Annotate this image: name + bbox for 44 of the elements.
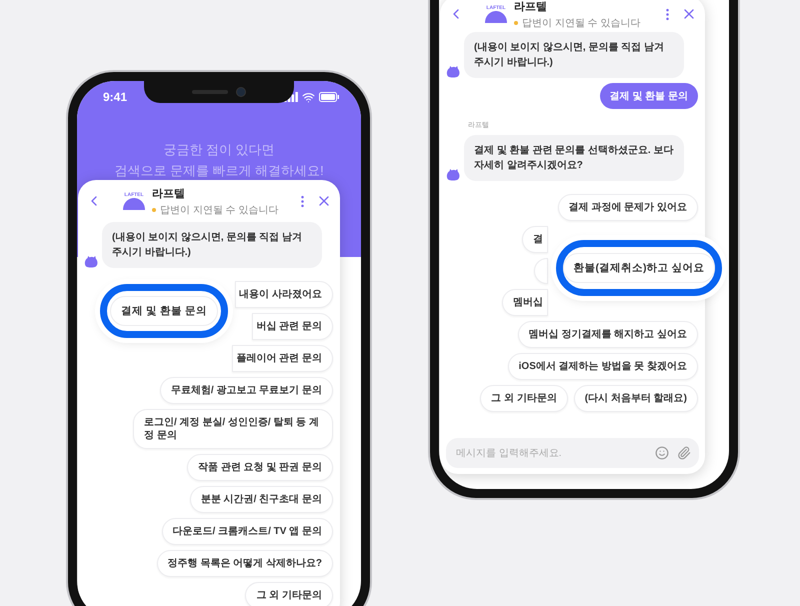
- attach-icon[interactable]: [677, 446, 691, 460]
- banner-text: 궁금한 점이 있다면: [163, 141, 275, 159]
- user-message: 결제 및 환불 문의: [600, 83, 698, 109]
- bot-avatar-icon: [446, 66, 460, 78]
- status-dot: [514, 20, 518, 24]
- option-button[interactable]: 정주행 목록은 어떻게 삭제하나요?: [156, 550, 333, 577]
- bot-message: (내용이 보이지 않으시면, 문의를 직접 남겨 주시기 바랍니다.): [464, 32, 684, 78]
- bot-message: (내용이 보이지 않으시면, 문의를 직접 남겨 주시기 바랍니다.): [102, 222, 322, 268]
- battery-icon: [319, 92, 339, 102]
- message-field[interactable]: 메시지를 입력해주세요.: [446, 438, 699, 468]
- option-button[interactable]: 멤버십: [502, 289, 548, 316]
- emoji-icon[interactable]: [655, 446, 669, 460]
- status-text: 답변이 지연될 수 있습니다: [160, 204, 278, 216]
- banner-text: 검색으로 문제를 빠르게 해결하세요!: [114, 162, 324, 180]
- option-button[interactable]: 내용이 사라졌어요: [235, 281, 333, 308]
- option-button[interactable]: 다운로드/ 크롬캐스트/ TV 앱 문의: [162, 518, 333, 545]
- option-button[interactable]: 작품 관련 요청 및 판권 문의: [187, 454, 333, 481]
- option-button[interactable]: 버십 관련 문의: [252, 313, 333, 340]
- clock: 9:41: [103, 90, 128, 104]
- wifi-icon: [302, 90, 315, 104]
- message-input[interactable]: 메시지를 입력해주세요.: [454, 446, 647, 460]
- option-button[interactable]: 환불(결제취소)하고 싶어요: [562, 253, 716, 283]
- status-text: 답변이 지연될 수 있습니다: [522, 16, 640, 30]
- logo-icon: [484, 10, 508, 24]
- status-dot: [152, 208, 156, 212]
- option-button[interactable]: 그 외 기타문의: [245, 582, 333, 606]
- chat-title: 라프텔: [152, 186, 186, 200]
- bot-avatar-icon: [84, 256, 98, 268]
- bot-message: 결제 및 환불 관련 문의를 선택하셨군요. 보다 자세히 알려주시겠어요?: [464, 135, 684, 181]
- option-button[interactable]: 결제 과정에 문제가 있어요: [558, 194, 698, 221]
- logo-icon: [122, 198, 146, 210]
- option-button[interactable]: 분분 시간권/ 친구초대 문의: [190, 486, 333, 513]
- option-button[interactable]: 플레이어 관련 문의: [232, 345, 333, 372]
- bot-avatar-icon: [446, 169, 460, 181]
- option-button[interactable]: (다시 처음부터 할래요): [574, 385, 698, 412]
- signal-icon: [284, 92, 298, 102]
- option-button[interactable]: 결제 및 환불 문의: [110, 296, 218, 326]
- option-button[interactable]: 그 외 기타문의: [480, 385, 568, 412]
- option-button[interactable]: 멤버십 정기결제를 해지하고 싶어요: [518, 321, 698, 348]
- option-button[interactable]: 무료체험/ 광고보고 무료보기 문의: [160, 377, 333, 404]
- option-button[interactable]: 결: [522, 226, 548, 253]
- chat-title: 라프텔: [514, 0, 548, 14]
- option-button[interactable]: 로그인/ 계정 분실/ 성인인증/ 탈퇴 등 계정 문의: [133, 409, 333, 449]
- option-button[interactable]: iOS에서 결제하는 방법을 못 찾겠어요: [508, 353, 698, 380]
